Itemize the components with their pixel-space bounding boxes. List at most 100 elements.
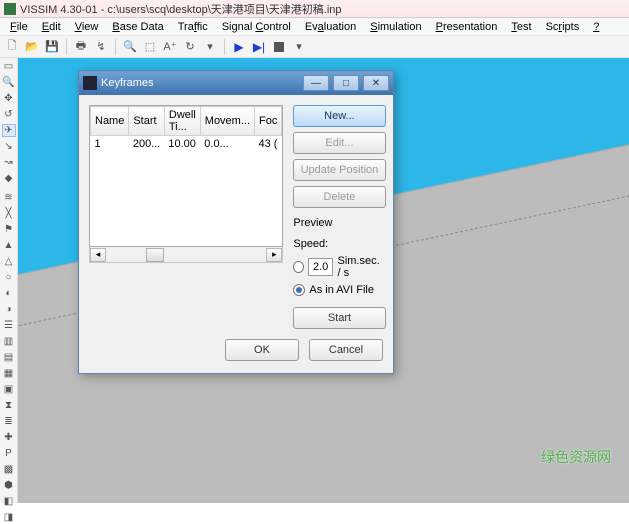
- tool-zoom-icon[interactable]: 🔍: [2, 76, 16, 89]
- delete-button[interactable]: Delete: [293, 186, 385, 208]
- scroll-left-icon[interactable]: ◂: [90, 248, 106, 262]
- tool-background-icon[interactable]: ▩: [2, 463, 16, 476]
- stop-icon[interactable]: [271, 39, 287, 55]
- maximize-button[interactable]: □: [333, 75, 359, 91]
- tool-camera-icon[interactable]: ◨: [2, 511, 16, 524]
- play-step-icon[interactable]: ▶|: [251, 39, 267, 55]
- col-movem[interactable]: Movem...: [200, 107, 254, 136]
- tool-signal-icon[interactable]: △: [2, 255, 16, 268]
- tool-section-icon[interactable]: ✚: [2, 431, 16, 444]
- avi-label: As in AVI File: [309, 284, 374, 296]
- tool-rotate-icon[interactable]: ↺: [2, 108, 16, 121]
- menu-signalcontrol[interactable]: Signal Control: [216, 20, 297, 34]
- tool-select-icon[interactable]: ▭: [2, 60, 16, 73]
- tool-vehicleinput-icon[interactable]: ▥: [2, 335, 16, 348]
- tool-fly-icon[interactable]: ✈: [2, 124, 16, 137]
- keyframes-table[interactable]: Name Start Dwell Ti... Movem... Foc 1 20…: [89, 105, 283, 247]
- cut-icon[interactable]: ↯: [93, 39, 109, 55]
- minimize-button[interactable]: —: [303, 75, 329, 91]
- zoom-extents-icon[interactable]: A⁺: [162, 39, 178, 55]
- menu-presentation[interactable]: Presentation: [430, 20, 504, 34]
- app-icon: [4, 3, 16, 15]
- tool-pt-stop-icon[interactable]: ◐: [2, 287, 16, 300]
- zoom-area-icon[interactable]: ⬚: [142, 39, 158, 55]
- tool-priority-icon[interactable]: ⚑: [2, 223, 16, 236]
- speed-radio[interactable]: [293, 261, 303, 273]
- menu-scripts[interactable]: Scripts: [540, 20, 586, 34]
- avi-radio[interactable]: [293, 284, 305, 296]
- scroll-right-icon[interactable]: ▸: [266, 248, 282, 262]
- menu-help[interactable]: ?: [587, 20, 605, 34]
- tool-parkinglot-icon[interactable]: P: [2, 447, 16, 460]
- dropdown-icon[interactable]: ▾: [202, 39, 218, 55]
- cancel-button[interactable]: Cancel: [309, 339, 383, 361]
- table-scrollbar[interactable]: ◂ ▸: [89, 247, 283, 263]
- speed-input[interactable]: 2.0: [308, 258, 334, 276]
- cell-move: 0.0...: [200, 136, 254, 153]
- cell-start: 200...: [129, 136, 165, 153]
- tool-traveltime-icon[interactable]: ⧗: [2, 399, 16, 412]
- menu-view[interactable]: View: [69, 20, 105, 34]
- tool-pt-line-icon[interactable]: ◑: [2, 303, 16, 316]
- menu-test[interactable]: Test: [505, 20, 537, 34]
- new-button[interactable]: New...: [293, 105, 385, 127]
- col-focal[interactable]: Foc: [255, 107, 282, 136]
- play-icon[interactable]: ▶: [231, 39, 247, 55]
- update-position-button[interactable]: Update Position: [293, 159, 385, 181]
- refresh-icon[interactable]: ↻: [182, 39, 198, 55]
- app-titlebar: VISSIM 4.30-01 - c:\users\scq\desktop\天津…: [0, 0, 629, 18]
- close-button[interactable]: ✕: [363, 75, 389, 91]
- col-name[interactable]: Name: [91, 107, 129, 136]
- tool-parking-icon[interactable]: ▤: [2, 351, 16, 364]
- print-icon[interactable]: 🖶: [73, 39, 89, 55]
- tool-conflict-icon[interactable]: ╳: [2, 207, 16, 220]
- preview-label: Preview: [293, 217, 385, 229]
- dialog-titlebar[interactable]: Keyframes — □ ✕: [79, 71, 393, 95]
- table-header-row: Name Start Dwell Ti... Movem... Foc: [91, 107, 282, 136]
- table-row[interactable]: 1 200... 10.00 0.0... 43 (: [91, 136, 282, 153]
- tool-link-icon[interactable]: ↘: [2, 140, 16, 153]
- scroll-track[interactable]: [106, 248, 266, 262]
- left-toolbar: ▭ 🔍 ✥ ↺ ✈ ↘ ↝ ◆ ≋ ╳ ⚑ ▲ △ ○ ◐ ◑ ☰ ▥ ▤ ▦ …: [0, 58, 18, 503]
- speed-unit-label: Sim.sec. / s: [337, 255, 385, 279]
- speed-label: Speed:: [293, 238, 385, 250]
- toolbar: 🗋 📂 💾 🖶 ↯ 🔍 ⬚ A⁺ ↻ ▾ ▶ ▶| ▾: [0, 36, 629, 58]
- tool-static3d-icon[interactable]: ◧: [2, 495, 16, 508]
- tool-3d-icon[interactable]: ⬢: [2, 479, 16, 492]
- menu-evaluation[interactable]: Evaluation: [299, 20, 362, 34]
- keyframes-icon: [83, 76, 97, 90]
- tool-route-icon[interactable]: ☰: [2, 319, 16, 332]
- keyframes-dialog: Keyframes — □ ✕ Name Start Dwell Ti... M…: [78, 70, 394, 374]
- toolbar-dropdown-icon[interactable]: ▾: [291, 39, 307, 55]
- menu-edit[interactable]: Edit: [36, 20, 67, 34]
- menu-simulation[interactable]: Simulation: [364, 20, 427, 34]
- tool-detector-icon[interactable]: ○: [2, 271, 16, 284]
- watermark-text: 绿色资源网: [541, 447, 611, 467]
- cell-dwell: 10.00: [164, 136, 200, 153]
- zoom-in-icon[interactable]: 🔍: [122, 39, 138, 55]
- scroll-thumb[interactable]: [146, 248, 164, 262]
- menu-traffic[interactable]: Traffic: [172, 20, 214, 34]
- tool-queue-icon[interactable]: ≣: [2, 415, 16, 428]
- menubar: File Edit View Base Data Traffic Signal …: [0, 18, 629, 36]
- start-button[interactable]: Start: [293, 307, 385, 329]
- tool-desiredspeed-icon[interactable]: ◆: [2, 172, 16, 185]
- dialog-title: Keyframes: [101, 77, 154, 89]
- edit-button[interactable]: Edit...: [293, 132, 385, 154]
- cell-name: 1: [91, 136, 129, 153]
- app-title: VISSIM 4.30-01 - c:\users\scq\desktop\天津…: [20, 1, 342, 17]
- col-start[interactable]: Start: [129, 107, 165, 136]
- tool-connector-icon[interactable]: ↝: [2, 156, 16, 169]
- tool-pan-icon[interactable]: ✥: [2, 92, 16, 105]
- tool-stop-icon[interactable]: ▲: [2, 239, 16, 252]
- ok-button[interactable]: OK: [225, 339, 299, 361]
- save-file-icon[interactable]: 💾: [44, 39, 60, 55]
- tool-node-icon[interactable]: ▦: [2, 367, 16, 380]
- open-file-icon[interactable]: 📂: [24, 39, 40, 55]
- new-file-icon[interactable]: 🗋: [4, 39, 20, 55]
- menu-file[interactable]: File: [4, 20, 34, 34]
- tool-reducespeed-icon[interactable]: ≋: [2, 191, 16, 204]
- tool-datacollection-icon[interactable]: ▣: [2, 383, 16, 396]
- menu-basedata[interactable]: Base Data: [106, 20, 169, 34]
- col-dwell[interactable]: Dwell Ti...: [164, 107, 200, 136]
